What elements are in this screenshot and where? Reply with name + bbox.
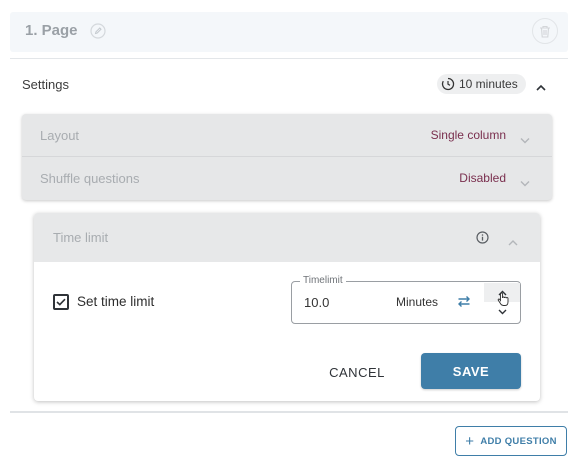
swap-icon[interactable] — [457, 295, 471, 313]
chevron-up-icon[interactable] — [536, 78, 546, 96]
chevron-down-icon — [520, 174, 530, 192]
time-limit-panel: Time limit Set time limit Timelimit 10.0… — [34, 213, 540, 401]
timer-icon — [441, 77, 455, 91]
set-time-limit-checkbox[interactable] — [53, 294, 69, 310]
timelimit-unit: Minutes — [396, 295, 439, 309]
shuffle-value: Disabled — [459, 171, 506, 185]
check-icon — [56, 298, 66, 306]
page-title: 1. Page — [25, 22, 78, 39]
shuffle-option-row[interactable]: Shuffle questions Disabled — [22, 157, 552, 200]
time-limit-header[interactable]: Time limit — [34, 213, 540, 262]
timelimit-input[interactable]: 10.0 — [304, 295, 329, 310]
add-question-label: ADD QUESTION — [480, 435, 557, 447]
time-limit-title: Time limit — [53, 230, 109, 245]
delete-page-button[interactable] — [532, 18, 558, 44]
edit-icon[interactable] — [90, 23, 106, 44]
cancel-button[interactable]: CANCEL — [315, 355, 399, 389]
shuffle-label: Shuffle questions — [40, 171, 140, 186]
settings-options: Layout Single column Shuffle questions D… — [22, 114, 552, 200]
trash-icon — [540, 25, 550, 38]
time-chip-label: 10 minutes — [459, 77, 518, 91]
plus-icon: + — [465, 432, 475, 450]
settings-panel: Settings 10 minutes Layout Single column… — [10, 58, 568, 413]
timelimit-field[interactable]: Timelimit 10.0 Minutes — [291, 275, 521, 324]
layout-label: Layout — [40, 128, 80, 143]
chevron-up-icon[interactable] — [508, 233, 518, 251]
page-header: 1. Page — [10, 12, 568, 52]
settings-title: Settings — [22, 77, 69, 92]
time-limit-chip: 10 minutes — [437, 74, 526, 94]
add-question-button[interactable]: + ADD QUESTION — [455, 426, 567, 456]
info-icon[interactable] — [476, 231, 489, 249]
chevron-down-icon — [520, 131, 530, 149]
cursor-icon — [497, 292, 509, 312]
set-time-limit-label[interactable]: Set time limit — [77, 294, 154, 309]
layout-option-row[interactable]: Layout Single column — [22, 114, 552, 157]
timelimit-field-legend: Timelimit — [300, 275, 346, 286]
layout-value: Single column — [430, 128, 506, 142]
save-button[interactable]: SAVE — [421, 353, 521, 389]
